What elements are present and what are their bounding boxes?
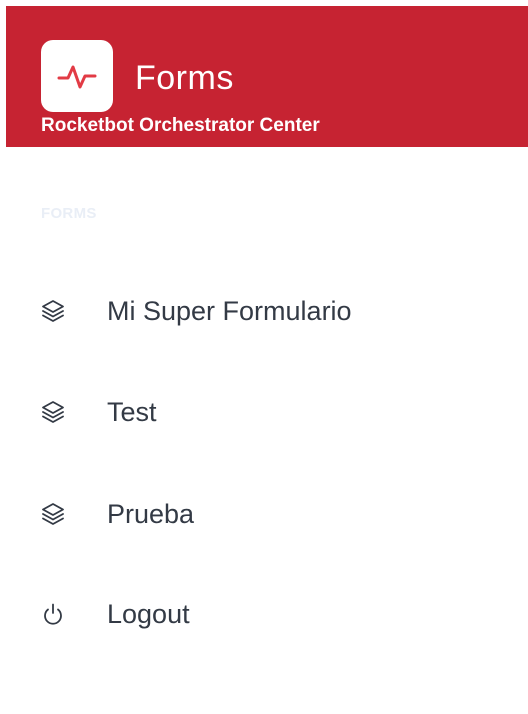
sidebar-item-prueba[interactable]: Prueba <box>36 490 496 538</box>
power-icon <box>36 597 70 631</box>
layers-icon <box>36 294 70 328</box>
layers-icon <box>36 497 70 531</box>
sidebar-panel: Forms Rocketbot Orchestrator Center FORM… <box>0 0 528 714</box>
sidebar-item-label: Logout <box>107 599 190 629</box>
sidebar-item-label: Mi Super Formulario <box>107 296 352 326</box>
sidebar-item-label: Test <box>107 397 157 427</box>
sidebar-item-mi-super-formulario[interactable]: Mi Super Formulario <box>36 287 496 335</box>
sidebar-item-test[interactable]: Test <box>36 388 496 436</box>
sidebar-menu: Mi Super Formulario Test Prueba Logout <box>0 0 528 714</box>
sidebar-item-logout[interactable]: Logout <box>36 590 496 638</box>
sidebar-item-label: Prueba <box>107 499 195 529</box>
layers-icon <box>36 395 70 429</box>
